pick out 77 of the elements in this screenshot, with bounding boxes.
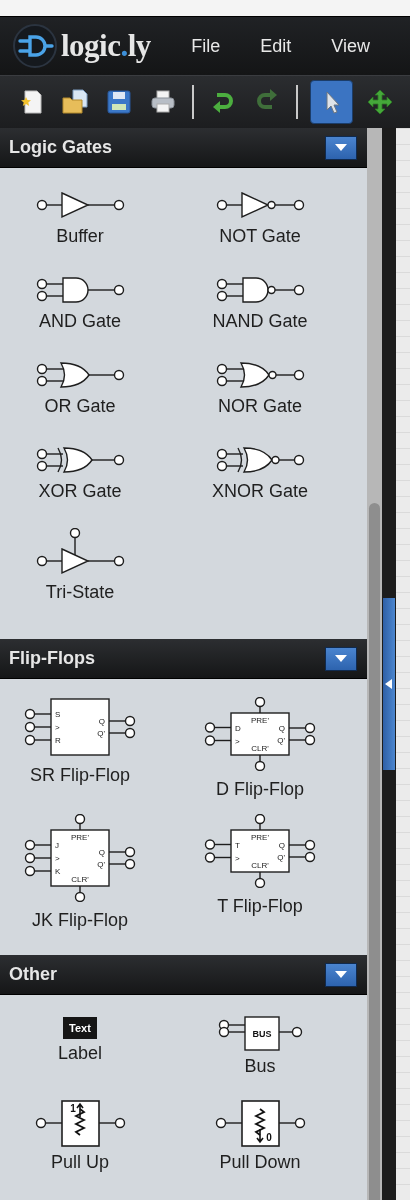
menu-item[interactable]: Edit [260, 35, 292, 57]
text-chip[interactable]: Text [63, 1017, 97, 1039]
printer-icon [150, 89, 176, 115]
flip-flop-drawing[interactable] [24, 698, 136, 756]
component-label[interactable]: NOR Gate [218, 396, 302, 417]
logo-icon [12, 23, 58, 69]
component-label[interactable]: XOR Gate [38, 481, 122, 502]
select-tool-button[interactable] [310, 80, 353, 124]
pin-label: PRE' [71, 833, 89, 842]
pin-label: > [55, 854, 60, 863]
component-label[interactable]: OR Gate [44, 396, 116, 417]
dropdown-button[interactable] [325, 646, 357, 671]
component-label[interactable]: NAND Gate [212, 311, 308, 332]
pull-down-resistor-drawing[interactable] [215, 1100, 305, 1147]
bus-drawing[interactable] [218, 1016, 302, 1051]
pin-label: K [55, 867, 61, 876]
component-label[interactable]: Pull Down [219, 1152, 301, 1173]
value-label: 1 [69, 1103, 76, 1114]
section-title: Other [9, 964, 57, 985]
pin-label: J [55, 841, 59, 850]
section-header[interactable]: Flip-Flops [0, 639, 367, 679]
component-label[interactable]: D Flip-Flop [216, 779, 304, 800]
menu-item[interactable]: View [331, 35, 370, 57]
component-label[interactable]: XNOR Gate [212, 481, 308, 502]
pin-label: Q' [277, 736, 285, 745]
save-icon [106, 89, 132, 115]
component-label[interactable]: Label [57, 1043, 102, 1064]
pin-label: D [235, 723, 241, 733]
pin-label: PRE' [251, 716, 269, 725]
pin-label: Q [98, 848, 105, 857]
caret-icon [335, 144, 347, 151]
pin-label: T [235, 840, 240, 850]
pin-label: CLR' [251, 861, 269, 870]
caret-icon [335, 971, 347, 978]
component-label[interactable]: Buffer [56, 226, 104, 247]
component-label[interactable]: Pull Up [51, 1152, 109, 1173]
flip-flop-drawing[interactable] [204, 814, 316, 888]
collapse-arrow-icon [385, 679, 393, 689]
move-icon [367, 89, 393, 115]
flip-flop-drawing[interactable] [24, 814, 136, 902]
section-header[interactable]: Logic Gates [0, 128, 367, 168]
component-label[interactable]: Tri-State [45, 582, 115, 603]
pull-up-resistor-drawing[interactable] [35, 1100, 125, 1147]
pin-label: Q' [277, 853, 285, 862]
component-label[interactable]: Bus [244, 1056, 276, 1077]
dropdown-button[interactable] [325, 135, 357, 160]
pin-label: > [235, 736, 240, 746]
pin-label: > [235, 853, 240, 863]
new-file-icon [18, 89, 44, 115]
scrollbar-thumb[interactable] [369, 503, 380, 1200]
component-label[interactable]: SR Flip-Flop [30, 765, 130, 786]
component-label[interactable]: T Flip-Flop [217, 896, 303, 917]
value-label: 0 [265, 1132, 272, 1143]
bus-label: BUS [252, 1029, 271, 1039]
logo-text: logic.ly [61, 28, 151, 64]
pin-label: > [55, 723, 60, 732]
pin-label: CLR' [251, 744, 269, 753]
pin-label: Q [278, 841, 285, 850]
pin-label: Q [98, 717, 105, 726]
pin-label: PRE' [251, 833, 269, 842]
folder-icon [62, 89, 88, 115]
pin-label: CLR' [71, 875, 89, 884]
section-title: Flip-Flops [9, 648, 95, 669]
pin-label: Q' [97, 729, 105, 738]
section-title: Logic Gates [9, 137, 113, 158]
pin-label: Q' [97, 860, 105, 869]
pin-label: Q [278, 724, 285, 733]
pin-label: R [55, 736, 61, 745]
dropdown-button[interactable] [325, 962, 357, 987]
flip-flop-drawing[interactable] [204, 697, 316, 771]
component-label[interactable]: AND Gate [39, 311, 121, 332]
caret-icon [335, 655, 347, 662]
section-header[interactable]: Other [0, 955, 367, 995]
menu-item[interactable]: File [191, 35, 221, 57]
component-label[interactable]: NOT Gate [219, 226, 301, 247]
component-label[interactable]: JK Flip-Flop [32, 910, 128, 931]
pin-label: S [55, 710, 61, 719]
